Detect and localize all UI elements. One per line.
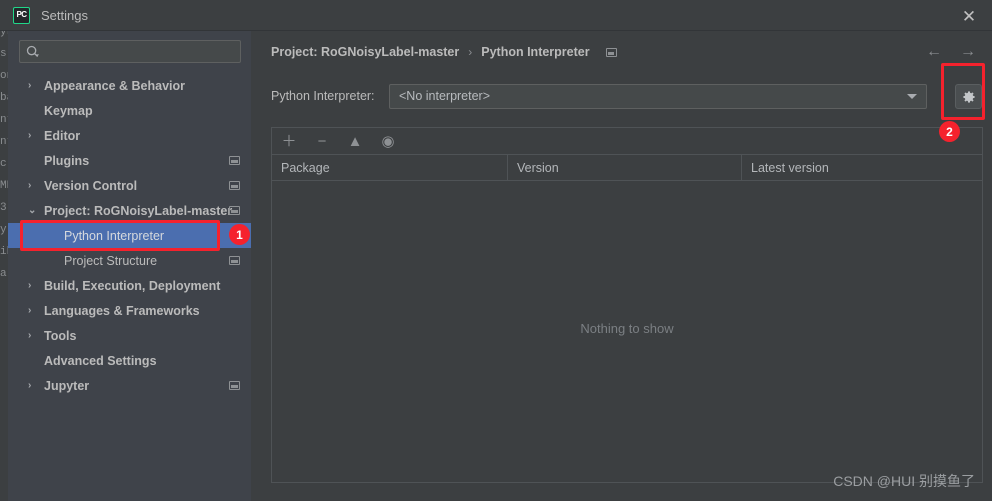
interpreter-label: Python Interpreter: [271,89,375,103]
search-input[interactable] [19,40,241,63]
minus-icon[interactable]: − [314,133,330,149]
chevron-right-icon[interactable]: › [28,330,38,341]
sidebar-item-languages-frameworks[interactable]: › Languages & Frameworks [8,298,251,323]
chevron-right-icon[interactable]: › [28,380,38,391]
packages-toolbar: ＋ − ▲ ◉ [272,128,982,155]
sidebar-item-label: Version Control [44,178,138,193]
back-arrow-icon[interactable]: ← [926,44,942,60]
interpreter-settings-gear-button[interactable] [955,84,982,109]
settings-tree: › Appearance & Behavior Keymap › Editor Plugi… [8,73,251,398]
project-scope-icon [229,381,240,390]
packages-table-header: Package Version Latest version [272,155,982,181]
sidebar-item-label: Build, Execution, Deployment [44,278,221,293]
column-header[interactable]: Version [507,155,741,181]
project-scope-icon [229,156,240,165]
settings-sidebar: › Appearance & Behavior Keymap › Editor Plugi… [8,31,251,501]
sidebar-item-jupyter[interactable]: › Jupyter [8,373,251,398]
chevron-right-icon[interactable]: › [28,280,38,291]
column-header[interactable]: Package [272,155,507,181]
sidebar-item-label: Appearance & Behavior [44,78,186,93]
sidebar-item-project-rognoisylabel-master[interactable]: ⌄ Project: RoGNoisyLabel-master [8,198,251,223]
sidebar-item-advanced-settings[interactable]: Advanced Settings [8,348,251,373]
sidebar-item-label: Python Interpreter [64,228,165,243]
project-scope-icon [605,47,617,57]
search-icon [26,45,40,59]
sidebar-item-label: Jupyter [44,378,90,393]
interpreter-row: Python Interpreter: <No interpreter> [271,83,983,109]
eye-icon[interactable]: ◉ [380,133,396,149]
sidebar-item-label: Plugins [44,153,90,168]
chevron-right-icon[interactable]: › [28,305,38,316]
sidebar-item-python-interpreter[interactable]: Python Interpreter [8,223,251,248]
empty-state-text: Nothing to show [580,320,674,336]
column-header[interactable]: Latest version [741,155,982,181]
breadcrumb-project[interactable]: Project: RoGNoisyLabel-master [271,45,459,59]
sidebar-item-label: Project: RoGNoisyLabel-master [44,203,233,218]
chevron-down-icon [907,93,917,99]
sidebar-item-keymap[interactable]: Keymap [8,98,251,123]
content-panel: Project: RoGNoisyLabel-master › Python I… [262,31,992,501]
project-scope-icon [229,181,240,190]
project-scope-icon [229,206,240,215]
sidebar-item-editor[interactable]: › Editor [8,123,251,148]
sidebar-item-tools[interactable]: › Tools [8,323,251,348]
upgrade-arrow-icon[interactable]: ▲ [347,133,363,149]
sidebar-item-label: Keymap [44,103,93,118]
plus-icon[interactable]: ＋ [281,133,297,149]
sidebar-item-label: Project Structure [64,253,158,268]
breadcrumb-page: Python Interpreter [481,45,590,59]
watermark: CSDN @HUI 别摸鱼了 [833,473,975,489]
gear-icon [962,90,975,103]
navigation-arrows: ← → [926,44,976,60]
sidebar-item-plugins[interactable]: Plugins [8,148,251,173]
title-bar: PC Settings ✕ [0,0,992,31]
chevron-right-icon[interactable]: › [28,180,38,191]
sidebar-item-appearance-behavior[interactable]: › Appearance & Behavior [8,73,251,98]
interpreter-dropdown[interactable]: <No interpreter> [389,83,927,109]
chevron-right-icon[interactable]: › [28,80,38,91]
sidebar-item-label: Editor [44,128,81,143]
sidebar-item-label: Languages & Frameworks [44,303,200,318]
packages-table-body: Nothing to show [272,181,982,481]
window-title: Settings [41,7,88,23]
chevron-down-icon[interactable]: ⌄ [28,205,38,216]
chevron-right-icon[interactable]: › [28,130,38,141]
project-scope-icon [229,256,240,265]
sidebar-item-label: Tools [44,328,77,343]
sidebar-item-version-control[interactable]: › Version Control [8,173,251,198]
interpreter-selected-value: <No interpreter> [399,89,491,103]
close-icon[interactable]: ✕ [958,6,980,26]
sidebar-item-build-execution-deployment[interactable]: › Build, Execution, Deployment [8,273,251,298]
breadcrumb: Project: RoGNoisyLabel-master › Python I… [271,45,617,59]
sidebar-item-project-structure[interactable]: Project Structure [8,248,251,273]
breadcrumb-separator: › [468,45,473,59]
sidebar-item-label: Advanced Settings [44,353,157,368]
settings-dialog: yLsonbantnticME3.yiba PC Settings ✕ ›App… [0,0,992,501]
pycharm-logo-icon: PC [13,6,30,24]
packages-panel: ＋ − ▲ ◉ Package Version Latest version Nothin… [271,127,983,483]
forward-arrow-icon[interactable]: → [960,44,976,60]
